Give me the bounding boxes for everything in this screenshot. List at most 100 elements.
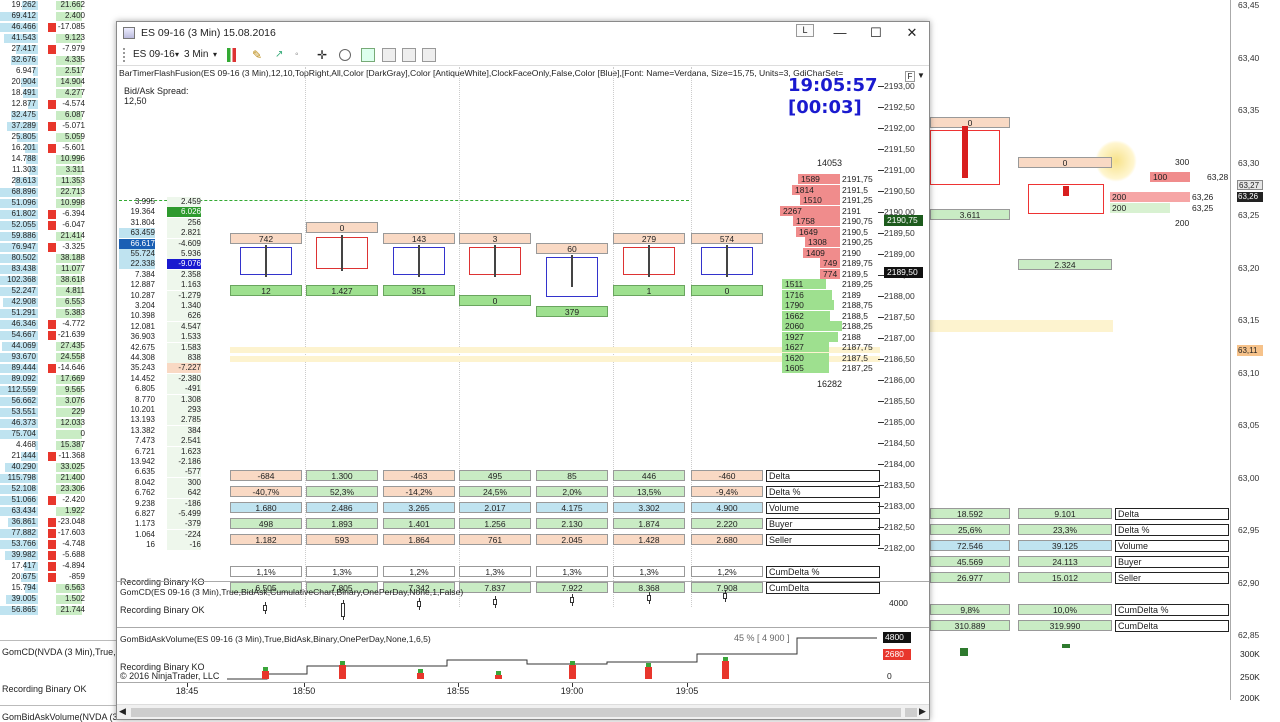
bg-ladder-delta: 6.563: [64, 583, 85, 592]
bg-stat-cell: 319.990: [1018, 620, 1112, 631]
ladder-volume: 3.995: [134, 197, 155, 206]
time-label: 18:50: [292, 686, 316, 696]
pencil-icon[interactable]: ✎: [252, 48, 262, 62]
bar-timer-clock: 19:05:57: [788, 75, 878, 96]
ladder-row: 44.308 838: [119, 353, 229, 363]
ladder-delta: 2.459: [167, 197, 201, 207]
scroll-right-icon[interactable]: ▶: [919, 706, 926, 717]
panel-divider: [117, 581, 929, 582]
snap-icon[interactable]: ◦: [295, 48, 299, 62]
bg-red-bar: 200: [1110, 192, 1190, 202]
ladder-row: 6.721 1.623: [119, 446, 229, 457]
bg-ladder-delta: 10.996: [60, 154, 85, 163]
ladder-volume: 13.942: [130, 457, 155, 466]
cd-candle-body: [263, 605, 267, 611]
bg-ladder-row: 83.438 11.077: [0, 264, 116, 275]
chevron-down-icon[interactable]: ▾: [213, 48, 217, 62]
bg-top-box: 0: [1018, 157, 1112, 168]
bg-ladder-volume: 40.290: [11, 462, 36, 471]
cum-cell: 7.922: [536, 582, 608, 593]
minimize-button[interactable]: —: [822, 22, 858, 44]
instrument-selector[interactable]: ES 09-16: [133, 48, 175, 62]
volume-zero-label: 0: [887, 671, 892, 681]
bg-ladder-volume: 102.368: [7, 275, 36, 284]
bg-stat-label: CumDelta: [1115, 620, 1229, 632]
bg-ladder-volume: 93.670: [11, 352, 36, 361]
price-axis-label: 2182,00: [884, 543, 915, 553]
zoom-icon[interactable]: [339, 49, 351, 61]
bg-ladder-row: 6.947 2.517: [0, 66, 116, 77]
bar-type-icon[interactable]: [227, 48, 239, 62]
scroll-thumb[interactable]: [131, 708, 901, 717]
bg-ladder-row: 19.262 21.662: [0, 0, 116, 11]
bg-stat-cell: 25,6%: [930, 524, 1010, 535]
ladder-row: 16 -16: [119, 540, 229, 551]
bg-ladder-volume: 52.055: [11, 220, 36, 229]
dom-bid-price: 2187,5: [842, 352, 868, 363]
scroll-end-button[interactable]: [905, 708, 917, 717]
bg-ladder-volume: 37.289: [11, 121, 36, 130]
footprint-wick: [571, 255, 573, 287]
dom-ask-price: 2191,75: [842, 174, 873, 184]
window-titlebar[interactable]: ES 09-16 (3 Min) 15.08.2016 L — ☐ ✕: [117, 22, 929, 44]
ladder-delta: -7.227: [167, 363, 201, 374]
data-box-icon[interactable]: [361, 48, 375, 62]
ladder-row: 19.364 6.026: [119, 207, 229, 218]
bg-ladder-delta: -5.601: [62, 143, 85, 152]
bg-red-bar: 100: [1150, 172, 1190, 182]
interval-selector[interactable]: 3 Min: [184, 48, 208, 62]
flag-button[interactable]: F: [905, 71, 915, 82]
bg-ladder-row: 69.412 2.400: [0, 11, 116, 22]
link-button[interactable]: L: [796, 24, 814, 37]
stat-cell-delta: 1.300: [306, 470, 378, 481]
bg-ladder-volume: 51.066: [11, 495, 36, 504]
ladder-volume: 16: [146, 540, 155, 550]
bg-stat-label: Buyer: [1115, 556, 1229, 568]
chart-window[interactable]: ES 09-16 (3 Min) 15.08.2016 L — ☐ ✕ ES 0…: [116, 21, 930, 720]
stat-label: Volume: [766, 502, 880, 514]
price-axis-label: 2187,50: [884, 312, 915, 322]
price-axis-label: 2192,50: [884, 102, 915, 112]
ladder-volume: 13.193: [130, 415, 155, 425]
ladder-delta: 1.308: [167, 394, 201, 405]
bg-ladder-row: 63.434 1.922: [0, 506, 116, 517]
bg-ladder-row: 89.092 17.669: [0, 374, 116, 385]
chevron-down-icon[interactable]: ▾: [175, 48, 179, 62]
dom-bid-price: 2187,75: [842, 342, 873, 352]
template-icon[interactable]: [402, 48, 416, 62]
bg-ladder-volume: 21.444: [11, 451, 36, 460]
stat-cell-buyer: 1.874: [613, 518, 685, 529]
dom-bid-bar: 1620: [782, 352, 829, 363]
scroll-left-icon[interactable]: ◀: [119, 706, 126, 717]
bg-stat-cell: 9,8%: [930, 604, 1010, 615]
copyright-label: © 2016 NinjaTrader, LLC: [120, 671, 220, 681]
horizontal-scrollbar[interactable]: ◀ ▶: [117, 704, 929, 719]
screenshot-icon[interactable]: [422, 48, 436, 62]
crosshair-icon[interactable]: ✛: [317, 48, 327, 62]
bg-ladder-delta: 22.713: [60, 187, 85, 196]
bg-stat-cell: 9.101: [1018, 508, 1112, 519]
bg-ladder-row: 32.676 4.335: [0, 55, 116, 66]
stat-cell-delta-pct: 13,5%: [613, 486, 685, 497]
bg-ladder-row: 42.908 6.553: [0, 297, 116, 308]
maximize-button[interactable]: ☐: [858, 22, 894, 44]
properties-icon[interactable]: [382, 48, 396, 62]
menu-arrow-icon[interactable]: ▼: [917, 71, 927, 82]
price-chart[interactable]: BarTimerFlashFusion(ES 09-16 (3 Min),12,…: [118, 67, 925, 607]
bg-indicator-title: GomBidAskVolume(NVDA (3 Min: [2, 712, 135, 722]
bg-price-tag: 63,27: [1237, 180, 1263, 190]
bg-ladder-delta: 21.662: [60, 0, 85, 9]
ladder-volume: 6.762: [134, 488, 155, 498]
cum-cell: 1,2%: [691, 566, 763, 577]
bg-ladder-row: 44.069 27.435: [0, 341, 116, 352]
ladder-volume: 14.452: [130, 373, 155, 383]
ladder-row: 13.382 384: [119, 425, 229, 436]
close-button[interactable]: ✕: [894, 22, 930, 44]
volume-value-tag: 4800: [883, 632, 911, 643]
bg-ladder-row: 52.108 23.306: [0, 484, 116, 495]
ladder-row: 14.452 -2.380: [119, 373, 229, 384]
pointer-icon[interactable]: ↗: [275, 48, 283, 62]
bg-ladder-delta: 17.669: [60, 374, 85, 383]
ladder-volume: 42.675: [130, 342, 155, 352]
footprint-wick: [494, 245, 496, 277]
